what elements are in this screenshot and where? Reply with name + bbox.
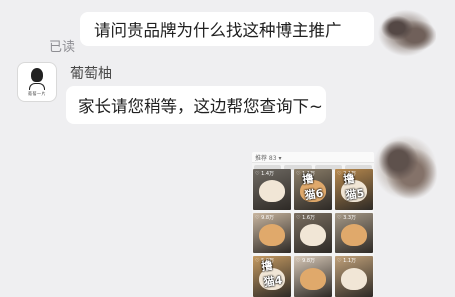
like-count: ♡ 1.4万 [255, 171, 275, 177]
like-count: ♡ 9.8万 [296, 258, 316, 265]
like-count: ♡ 9.8万 [255, 214, 275, 221]
cat-face [259, 180, 285, 203]
thumbnail-title: 撸猫5 [342, 171, 366, 203]
video-thumbnail[interactable]: ♡ 1.6万 [294, 212, 332, 254]
image-header: 推荐 83 ▾ [252, 152, 374, 163]
video-thumbnail[interactable]: ♡ 3.3万 [335, 212, 373, 254]
video-thumbnail[interactable]: ♡ 1.1万 [335, 256, 373, 297]
video-thumbnail[interactable]: ♡ 9.8万 [253, 212, 291, 254]
image-message[interactable]: 推荐 83 ▾ ♡ 1.4万 ♡ 1.1万 撸猫6 ♡ 2.1万 撸猫5 ♡ 9.8万 ♡ … [252, 152, 374, 297]
thumbnail-title: 撸猫6 [301, 171, 325, 203]
chat-pane: 请问贵品牌为什么找这种博主推广 已读 葡萄一片 葡萄柚 家长请您稍等，这边帮您查… [0, 0, 455, 297]
video-thumbnail[interactable]: ♡ 5.0万 撸猫4 [253, 256, 291, 297]
avatar-head [31, 67, 43, 82]
like-count: ♡ 3.3万 [337, 214, 357, 221]
video-thumbnail[interactable]: ♡ 1.4万 [253, 169, 291, 210]
like-count: ♡ 1.1万 [337, 258, 357, 265]
cat-face [300, 267, 326, 290]
incoming-message-text: 家长请您稍等，这边帮您查询下~ [78, 97, 323, 116]
video-thumbnail[interactable]: ♡ 1.1万 撸猫6 [294, 169, 332, 210]
cat-face [341, 224, 367, 247]
cartoon-person-avatar-icon[interactable]: 葡萄一片 [17, 62, 57, 102]
outgoing-message-text: 请问贵品牌为什么找这种博主推广 [94, 21, 342, 40]
read-status: 已读 [49, 40, 76, 55]
video-thumbnail[interactable]: ♡ 2.1万 撸猫5 [335, 169, 373, 210]
scribble-blur-icon [376, 8, 436, 58]
cat-face [259, 224, 285, 247]
image-video-grid: ♡ 1.4万 ♡ 1.1万 撸猫6 ♡ 2.1万 撸猫5 ♡ 9.8万 ♡ 1.6万 ♡ 3.… [253, 169, 373, 297]
outgoing-message-bubble[interactable]: 请问贵品牌为什么找这种博主推广 [80, 12, 374, 46]
image-header-text: 推荐 83 ▾ [255, 154, 282, 162]
thumbnail-title: 撸猫4 [260, 259, 284, 290]
scribble-blur-icon [372, 134, 438, 200]
incoming-message-bubble[interactable]: 家长请您稍等，这边帮您查询下~ [66, 86, 326, 124]
avatar-body [29, 82, 45, 90]
avatar-caption: 葡萄一片 [28, 90, 46, 96]
like-count: ♡ 1.6万 [296, 214, 316, 221]
cat-face [341, 267, 367, 290]
sender-name: 葡萄柚 [70, 66, 112, 82]
cat-face [300, 224, 326, 247]
video-thumbnail[interactable]: ♡ 9.8万 [294, 256, 332, 297]
